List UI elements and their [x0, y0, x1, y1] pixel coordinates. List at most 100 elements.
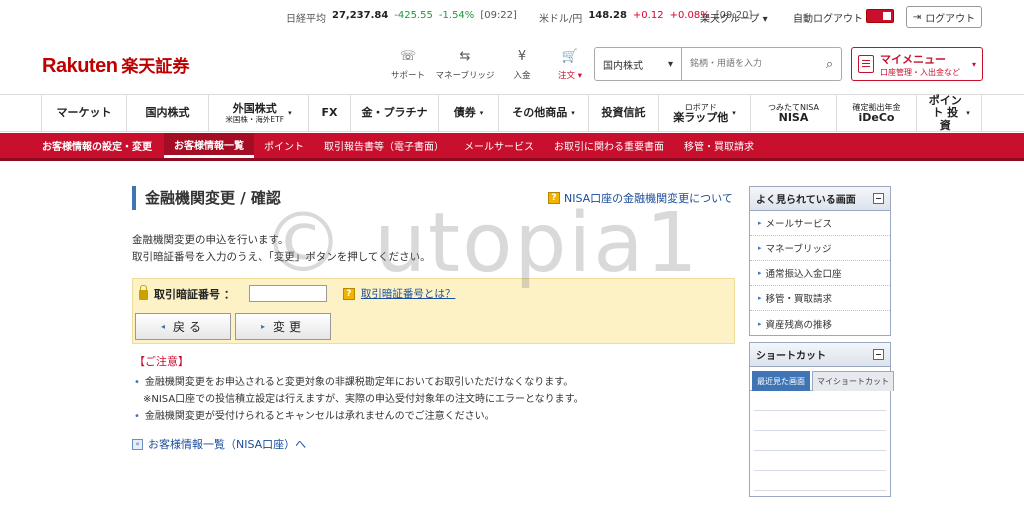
yen-icon: ¥	[517, 49, 527, 64]
search-box: 国内株式 ▾ ⌕	[594, 47, 842, 81]
sub-nav-title[interactable]: お客様情報の設定・変更	[32, 133, 164, 158]
logo-jp: 楽天証券	[121, 57, 190, 77]
trading-pin-help-link[interactable]: 取引暗証番号とは？	[361, 286, 456, 301]
chevron-down-icon: ▾	[288, 109, 292, 118]
change-button[interactable]: ▸ 変更	[235, 313, 331, 340]
nav-nisa[interactable]: つみたてNISA NISA	[750, 95, 836, 132]
my-menu-title: マイメニュー	[880, 52, 946, 66]
logout-button[interactable]: ⇥ ログアウト	[906, 6, 982, 28]
support-button[interactable]: ☏ サポート	[384, 48, 432, 81]
tab-recently-viewed[interactable]: 最近見た画面	[752, 371, 810, 391]
arrow-left-icon: ◂	[160, 322, 165, 331]
sub-nav-important-documents[interactable]: お取引に関わる重要書面	[544, 133, 674, 158]
popular-item[interactable]: ▸ マネーブリッジ	[750, 236, 890, 261]
arrow-right-icon: ▸	[260, 322, 265, 331]
collapse-icon[interactable]	[873, 349, 884, 360]
search-input[interactable]	[681, 48, 818, 80]
nav-investment-trust[interactable]: 投資信託	[588, 95, 658, 132]
header-icon-group: ☏ サポート ⇆ マネーブリッジ ¥ 入金 🛒 注文 ▾	[384, 48, 594, 81]
nisa-change-help-link[interactable]: ? NISA口座の金融機関変更について	[548, 190, 733, 206]
document-icon	[858, 55, 874, 73]
logo-en: Rakuten	[42, 55, 118, 77]
nav-gold-platinum[interactable]: 金・プラチナ	[350, 95, 438, 132]
popular-item[interactable]: ▸ 資産残高の推移	[750, 311, 890, 336]
caution-list: • 金融機関変更をお申込されると変更対象の非課税勘定年においてお取引いただけなくな…	[134, 377, 584, 422]
sub-nav-mail-service[interactable]: メールサービス	[454, 133, 544, 158]
bank-transfer-icon: ⇆	[459, 49, 471, 64]
popular-item[interactable]: ▸ メールサービス	[750, 211, 890, 236]
chevron-down-icon: ▾	[667, 58, 673, 70]
usd-label: 米ドル/円	[538, 14, 583, 25]
ticker-items: 日経平均 27,237.84 -425.55 -1.54% [09:22] 米ド…	[286, 10, 752, 25]
nav-foreign-stock[interactable]: 外国株式 米国株・海外ETF ▾	[208, 95, 308, 132]
nav-fx[interactable]: FX	[308, 95, 350, 132]
caution-heading: 【ご注意】	[134, 355, 189, 368]
nav-other-products[interactable]: その他商品 ▾	[498, 95, 588, 132]
search-icon[interactable]: ⌕	[818, 48, 841, 80]
usd-change: +0.12	[632, 10, 664, 21]
collapse-icon[interactable]	[873, 193, 884, 204]
shortcut-tabs: 最近見た画面 マイショートカット	[750, 367, 894, 391]
deposit-button[interactable]: ¥ 入金	[498, 48, 546, 81]
help-icon: ?	[548, 192, 560, 204]
my-menu-subtitle: 口座管理・入出金など	[880, 67, 960, 77]
popular-pages-title: よく見られている画面	[756, 195, 856, 206]
nav-point-investment[interactable]: ポイント 投資 ▾	[916, 94, 982, 132]
nav-ideco[interactable]: 確定拠出年金 iDeCo	[836, 95, 916, 132]
logout-label: ログアウト	[925, 13, 976, 25]
sub-nav-points[interactable]: ポイント	[254, 133, 314, 158]
shortcut-panel: ショートカット 最近見た画面 マイショートカット	[749, 342, 894, 497]
page-title: 金融機関変更 / 確認	[132, 186, 281, 210]
cart-icon: 🛒	[561, 49, 579, 64]
back-to-customer-info-link[interactable]: « お客様情報一覧（NISA口座）へ	[132, 436, 306, 452]
order-button[interactable]: 🛒 注文 ▾	[546, 48, 594, 81]
market-ticker-bar: 日経平均 27,237.84 -425.55 -1.54% [09:22] 米ド…	[0, 6, 1024, 28]
sub-navigation: お客様情報の設定・変更 お客様情報一覧 ポイント 取引報告書等（電子書面） メー…	[0, 133, 1024, 161]
pin-entry-panel: 取引暗証番号 ： ? 取引暗証番号とは？ ◂ 戻る ▸ 変更	[132, 278, 735, 344]
chevron-down-icon: ▾	[479, 109, 484, 118]
popular-item[interactable]: ▸ 移管・買取請求	[750, 286, 890, 311]
trading-pin-input[interactable]	[248, 285, 327, 302]
trading-pin-label: 取引暗証番号 ：	[154, 287, 235, 301]
intro-text: 金融機関変更の申込を行います。 取引暗証番号を入力のうえ、「変更」ボタンを押して…	[132, 234, 431, 263]
auto-logout-toggle[interactable]	[866, 9, 894, 23]
popular-item[interactable]: ▸ 通常振込入金口座	[750, 261, 890, 286]
money-bridge-button[interactable]: ⇆ マネーブリッジ	[432, 48, 498, 81]
help-icon: ?	[342, 287, 355, 300]
double-chevron-left-icon: «	[132, 438, 143, 450]
auto-logout-label: 自動ログアウト	[793, 14, 863, 25]
popular-pages-panel: よく見られている画面 ▸ メールサービス ▸ マネーブリッジ ▸ 通常振込入金口座 ▸…	[749, 186, 891, 336]
chevron-down-icon: ▾	[966, 109, 970, 118]
lock-icon	[139, 285, 148, 300]
shortcut-title: ショートカット	[756, 351, 826, 362]
arrow-right-icon: ▸	[758, 244, 762, 252]
nav-bonds[interactable]: 債券 ▾	[438, 95, 498, 132]
tab-my-shortcuts[interactable]: マイショートカット	[812, 371, 894, 391]
chevron-down-icon: ▾	[971, 59, 976, 69]
sub-nav-trade-reports[interactable]: 取引報告書等（電子書面）	[314, 133, 454, 158]
nikkei-change: -425.55	[394, 10, 433, 21]
arrow-right-icon: ▸	[758, 319, 762, 328]
nikkei-percent: -1.54%	[438, 10, 475, 21]
back-button[interactable]: ◂ 戻る	[135, 313, 231, 340]
chevron-down-icon: ▾	[571, 109, 575, 118]
logout-icon: ⇥	[912, 11, 922, 23]
search-category-select[interactable]: 国内株式 ▾	[595, 48, 682, 80]
nikkei-time: [09:22]	[480, 10, 517, 21]
nikkei-label: 日経平均	[286, 14, 326, 25]
main-navigation: マーケット 国内株式 外国株式 米国株・海外ETF ▾ FX 金・プラチナ 債券 …	[0, 94, 1024, 132]
rakuten-logo[interactable]: Rakuten 楽天証券	[42, 52, 189, 78]
sub-nav-customer-info-list[interactable]: お客様情報一覧	[164, 133, 254, 158]
my-menu-button[interactable]: マイメニュー 口座管理・入出金など ▾	[851, 47, 983, 81]
nav-robo-advisor[interactable]: ロボアド 楽ラップ他 ▾	[658, 95, 750, 132]
usd-value: 148.28	[588, 10, 627, 21]
chevron-down-icon: ▾	[732, 109, 736, 118]
support-icon: ☏	[399, 49, 417, 64]
arrow-right-icon: ▸	[758, 219, 762, 227]
arrow-right-icon: ▸	[758, 294, 762, 302]
rakuten-group-link[interactable]: 楽天グループ ▾	[700, 10, 768, 25]
nikkei-value: 27,237.84	[332, 10, 389, 21]
nav-market[interactable]: マーケット	[41, 95, 126, 132]
sub-nav-transfer-request[interactable]: 移管・買取請求	[674, 133, 764, 158]
nav-domestic-stock[interactable]: 国内株式	[126, 95, 208, 132]
